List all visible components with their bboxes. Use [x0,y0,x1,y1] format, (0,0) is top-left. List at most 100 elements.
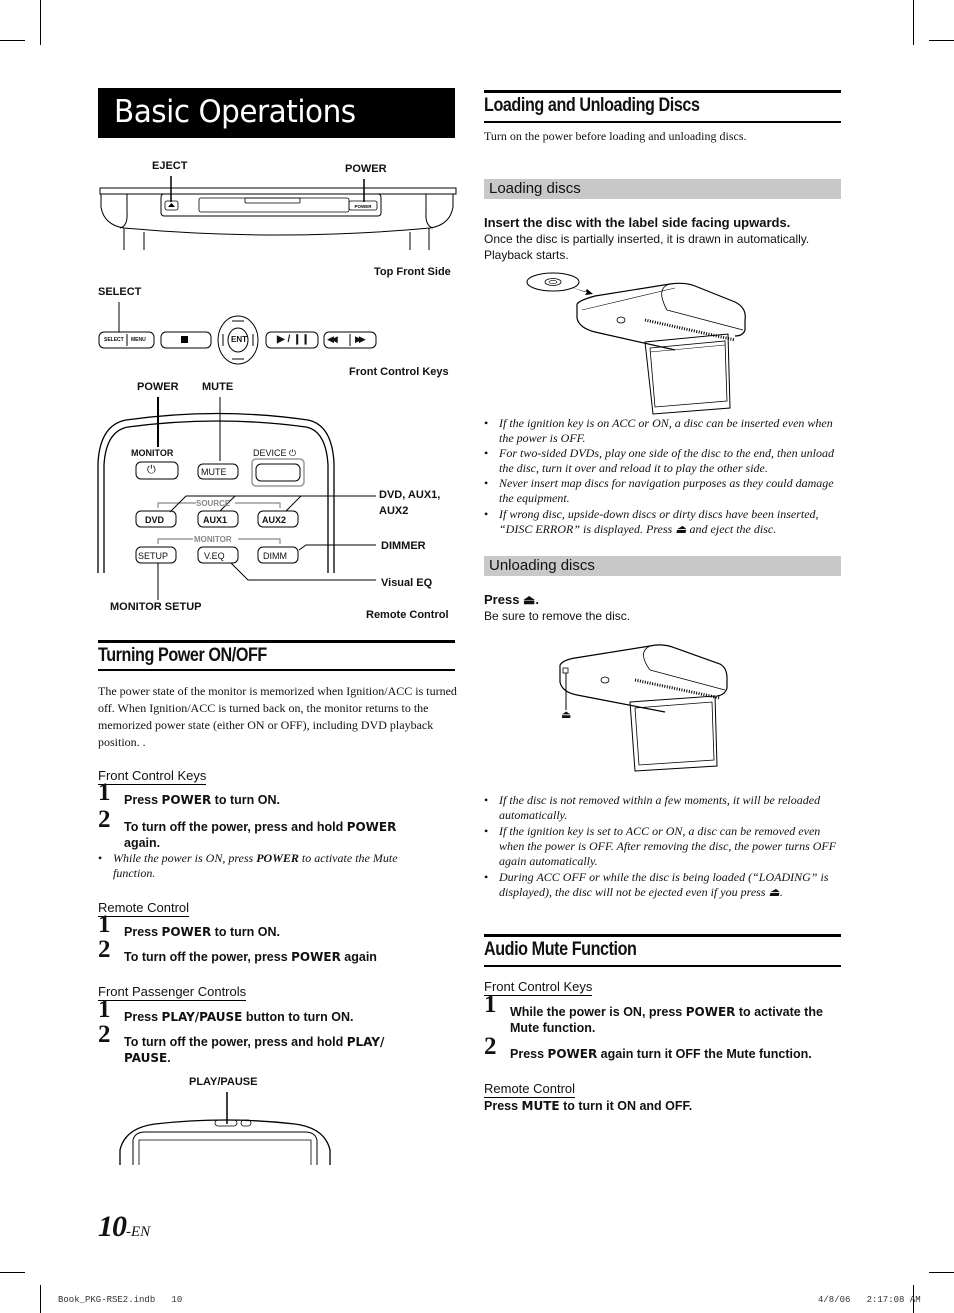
crop-mark [913,0,914,45]
remote-setup-button: SETUP [138,551,169,561]
crop-mark [40,0,41,45]
subheading-remote-control: Remote Control [98,900,190,917]
crop-mark [929,40,954,41]
key-power: POWER [161,793,212,807]
callout-play-pause: PLAY/PAUSE [189,1076,258,1088]
remote-power-button: ⏻ [147,464,156,476]
page-number-value: 10 [98,1210,127,1243]
loading-instruction: Insert the disc with the label side faci… [484,215,791,230]
subheading-remote-control: Remote Control [484,1081,576,1098]
remote-device-text: DEVICE [253,448,287,458]
section-title: Loading and Unloading Discs [484,95,700,116]
subsection-bar-loading: Loading discs [484,179,841,199]
bullet: • [484,416,489,430]
note-text: If wrong disc, upside-down discs or dirt… [499,507,819,536]
note-text: If the ignition key is set to ACC or ON,… [499,824,837,868]
step-text: Press [510,1047,548,1061]
bullet: • [484,507,489,521]
step-number: 1 [98,996,111,1023]
step-number: 2 [98,936,111,963]
bullet: • [484,870,489,884]
remote-mute-button: MUTE [201,467,227,477]
discs-intro: Turn on the power before loading and unl… [484,129,747,143]
section-heading-turning-power: Turning Power ON/OFF [98,640,455,671]
loading-desc-1: Once the disc is partially inserted, it … [484,232,810,246]
step-number: 1 [484,991,497,1018]
remote-device-label: DEVICE ⏻ [253,448,296,459]
top-front-diagram: POWER [99,176,457,250]
key-play-pause: PLAY/PAUSE [161,1010,243,1024]
step-text: again turn it OFF the Mute function. [597,1047,812,1061]
page-title: Basic Operations [114,94,356,130]
note-text: While the power is ON, press [113,851,257,865]
step-text: to turn ON. [211,925,280,939]
key-power: POWER [685,1005,736,1019]
callout-remote-mute: MUTE [202,381,234,393]
bullet: • [484,793,489,807]
key-power: POWER [161,925,212,939]
page-number: 10-EN [98,1210,150,1244]
step-number: 2 [98,806,111,833]
step-number: 1 [98,779,111,806]
unloading-disc-illustration [559,644,728,772]
page-title-banner: Basic Operations [98,88,455,138]
note-text: Never insert map discs for navigation pu… [499,476,834,505]
step-text: Press [124,1010,162,1024]
crop-mark [0,1272,25,1273]
top-front-power-button-label: POWER [354,204,372,209]
step-text: again. [124,836,161,850]
subsection-bar-unloading: Unloading discs [484,556,841,576]
step-text: While the power is ON, press [510,1005,686,1019]
crop-mark [929,1272,954,1273]
step-text: Press [484,1099,522,1113]
crop-mark [0,40,25,41]
section-title: Turning Power ON/OFF [98,645,267,666]
callout-dimmer: DIMMER [381,540,426,552]
caption-top-front-side: Top Front Side [374,266,451,278]
callout-remote-power: POWER [137,381,179,393]
subsection-title: Unloading discs [489,557,595,574]
remote-aux1-button: AUX1 [203,515,228,525]
key-power: POWER [547,1047,598,1061]
bullet: • [98,851,103,865]
front-menu-button: MENU [131,337,146,343]
remote-dvd-button: DVD [145,515,165,525]
passenger-controls-diagram [119,1092,331,1165]
callout-dvd-aux: DVD, AUX1, AUX2 [379,487,440,519]
page-number-suffix: -EN [126,1224,151,1240]
note-text: For two-sided DVDs, play one side of the… [499,446,834,475]
caption-front-control-keys: Front Control Keys [349,366,449,378]
note-text: During ACC OFF or while the disc is bein… [499,870,829,899]
front-select-button: SELECT [104,337,124,343]
step-text: Press [124,925,162,939]
step-text: To turn off the power, press [124,950,292,964]
step-number: 1 [98,911,111,938]
remote-monitor-group-label: MONITOR [194,535,232,544]
crop-mark [40,1285,41,1313]
callout-monitor-setup: MONITOR SETUP [110,601,202,613]
step-text: button to turn ON. [242,1010,354,1024]
note-text: If the ignition key is on ACC or ON, a d… [499,416,833,445]
callout-dvd-aux-line2: AUX2 [379,505,409,517]
loading-desc-2: Playback starts. [484,248,569,262]
key-power: POWER [346,820,397,834]
callout-visual-eq: Visual EQ [381,577,433,589]
step-text: Press [124,793,162,807]
remote-mute-instruction: Press MUTE to turn it ON and OFF. [484,1098,841,1114]
unloading-instruction: Press ⏏. [484,592,539,607]
turning-power-intro: The power state of the monitor is memori… [98,684,457,749]
key-power: POWER [291,950,341,964]
footer-timestamp: 4/8/06 2:17:08 AM [818,1295,921,1305]
bullet: • [484,824,489,838]
key-mute: MUTE [521,1099,560,1113]
front-next-button: ▶▶ [355,334,366,344]
remote-source-label: SOURCE [196,499,231,508]
subsection-title: Loading discs [489,180,581,197]
step-text: To turn off the power, press and hold [124,1035,347,1049]
step-text: again [340,950,377,964]
caption-remote-control: Remote Control [366,609,449,621]
bullet: • [484,446,489,460]
subheading-front-control-keys: Front Control Keys [484,979,593,996]
front-prev-button: ◀◀ [327,334,338,344]
front-ent-button: ENT [231,335,247,344]
